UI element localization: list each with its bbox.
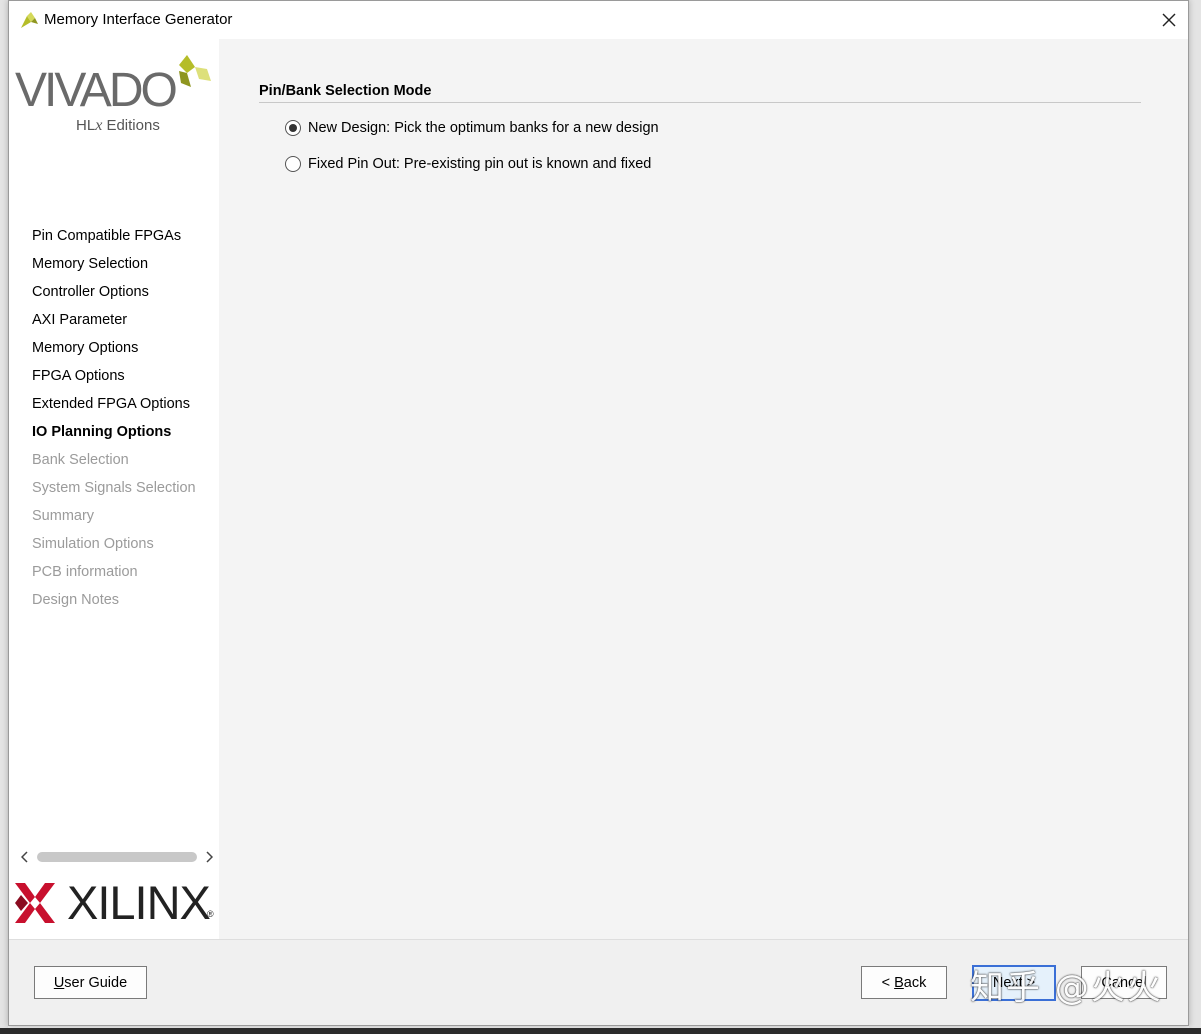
taskbar-edge [0, 1028, 1201, 1034]
xilinx-logo: XILINX ® [13, 877, 219, 929]
wizard-page-content: Pin/Bank Selection Mode New Design: Pick… [219, 39, 1188, 939]
sidebar-step[interactable]: Extended FPGA Options [32, 390, 196, 418]
sidebar-step: Design Notes [32, 592, 120, 608]
back-button[interactable]: < Back [861, 966, 947, 999]
back-label: < Back [881, 974, 927, 991]
xilinx-wordmark: XILINX [67, 876, 211, 929]
radio-new-design[interactable]: New Design: Pick the optimum banks for a… [285, 120, 659, 136]
user-guide-button[interactable]: User Guide [34, 966, 147, 999]
xilinx-x-icon [15, 883, 55, 923]
vivado-app-icon [21, 12, 38, 28]
radio-label: Fixed Pin Out: Pre-existing pin out is k… [308, 156, 652, 172]
sidebar-step[interactable]: Pin Compatible FPGAs [32, 222, 196, 250]
close-button[interactable] [1150, 1, 1188, 39]
scroll-thumb[interactable] [37, 852, 197, 862]
vivado-wordmark: VIVADO [15, 64, 178, 117]
sidebar-step: Summary [32, 508, 95, 524]
registered-mark: ® [207, 909, 214, 919]
sidebar-step[interactable]: AXI Parameter [32, 306, 196, 334]
wizard-sidebar: VIVADO HLx Editions Pin Compatible FPGAs… [9, 39, 219, 939]
scroll-left-icon[interactable] [17, 847, 33, 867]
next-button[interactable]: Next > [972, 965, 1056, 1001]
radio-label: New Design: Pick the optimum banks for a… [308, 120, 659, 136]
wizard-steps-list: Pin Compatible FPGAs Memory Selection Cont… [32, 222, 196, 614]
window-title: Memory Interface Generator [44, 11, 233, 28]
sidebar-step: Simulation Options [32, 536, 154, 552]
vivado-leaf-icon [179, 55, 211, 87]
radio-button[interactable] [285, 156, 301, 172]
next-label: Next > [992, 975, 1036, 991]
scroll-track[interactable] [37, 852, 197, 862]
wizard-footer: User Guide < Back Next > Cancel [9, 939, 1188, 1025]
vivado-edition-label: HLx Editions [76, 117, 160, 134]
title-bar: Memory Interface Generator [9, 1, 1188, 39]
cancel-button[interactable]: Cancel [1081, 966, 1167, 999]
sidebar-step[interactable]: Controller Options [32, 278, 196, 306]
background-window-strip-left [0, 0, 8, 1028]
mig-dialog-window: Memory Interface Generator VIVADO HLx Ed… [8, 0, 1189, 1026]
sidebar-horizontal-scrollbar[interactable] [17, 847, 213, 867]
sidebar-step[interactable]: Memory Selection [32, 250, 196, 278]
sidebar-step[interactable]: Memory Options [32, 334, 196, 362]
close-icon [1162, 13, 1176, 27]
vivado-logo: VIVADO HLx Editions [15, 45, 217, 134]
sidebar-step[interactable]: FPGA Options [32, 362, 196, 390]
section-title: Pin/Bank Selection Mode [259, 83, 1141, 103]
scroll-right-icon[interactable] [201, 847, 217, 867]
cancel-label: Cancel [1101, 974, 1147, 991]
sidebar-step: System Signals Selection [32, 480, 196, 496]
sidebar-step: Bank Selection [32, 452, 129, 468]
background-window-strip-right [1189, 0, 1201, 1028]
user-guide-label: User Guide [53, 974, 128, 991]
radio-button[interactable] [285, 120, 301, 136]
sidebar-step[interactable]: IO Planning Options [32, 418, 196, 446]
radio-fixed-pin-out[interactable]: Fixed Pin Out: Pre-existing pin out is k… [285, 156, 651, 172]
sidebar-step: PCB information [32, 564, 138, 580]
